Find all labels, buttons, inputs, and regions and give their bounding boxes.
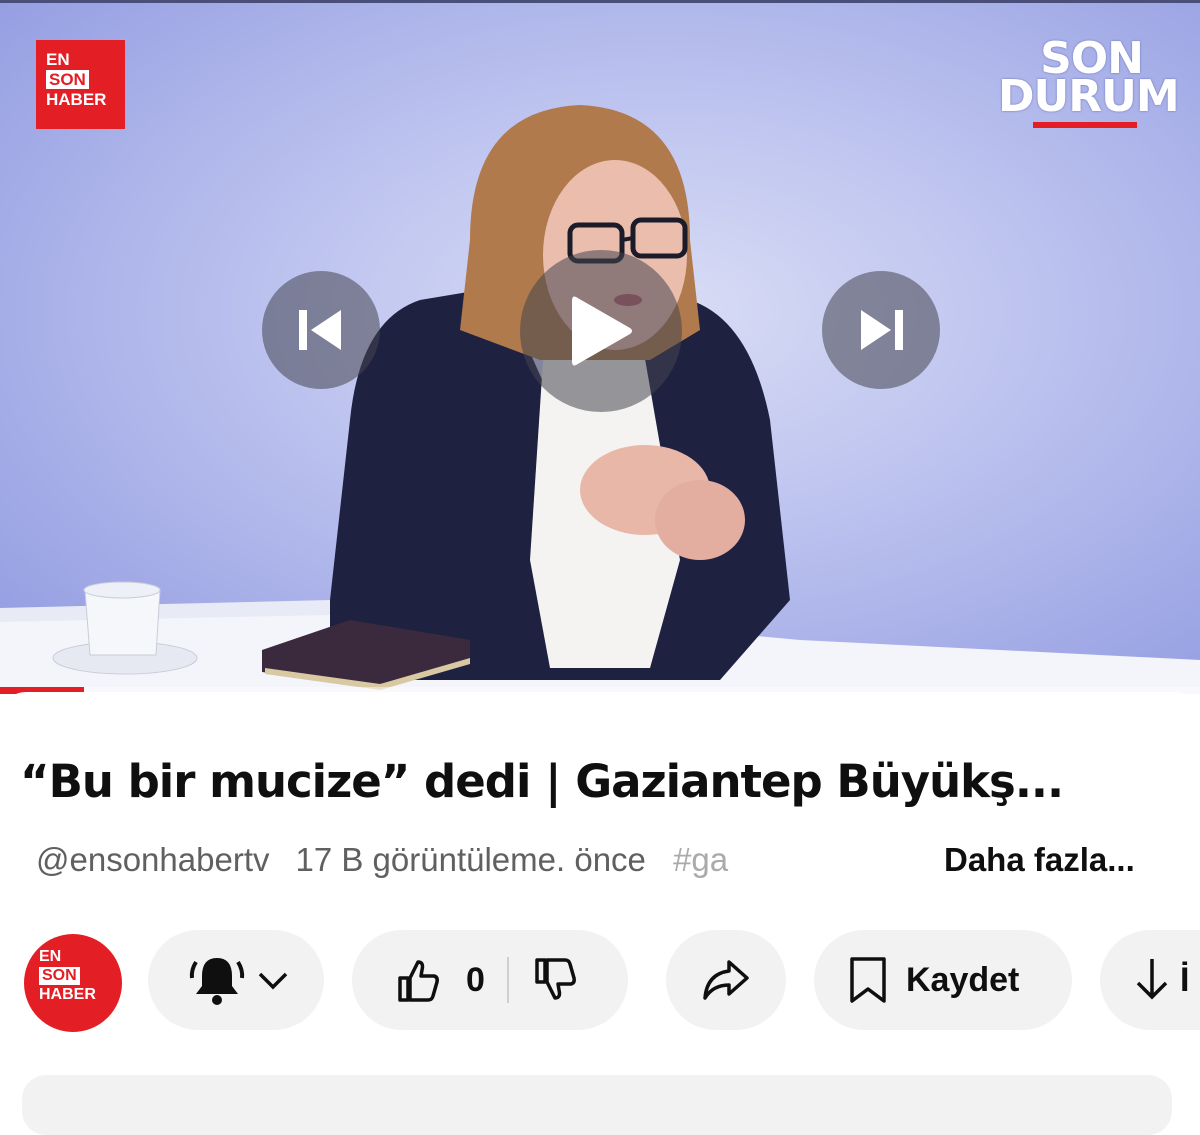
- download-button[interactable]: İ: [1100, 930, 1200, 1030]
- channel-avatar[interactable]: EN SON HABER: [24, 934, 122, 1032]
- avatar-line2: SON: [39, 967, 80, 985]
- skip-previous-icon: [299, 310, 341, 350]
- meta-separator: .: [556, 841, 566, 878]
- play-icon: [572, 296, 632, 366]
- video-title[interactable]: “Bu bir mucize” dedi | Gaziantep Büyükş.…: [20, 752, 1190, 812]
- thumbs-down-icon[interactable]: [531, 956, 579, 1004]
- chevron-down-icon: [258, 972, 288, 990]
- thumbs-up-icon: [398, 960, 439, 1002]
- video-meta[interactable]: @ensonhabertv 17 B görüntüleme. önce #ga …: [36, 838, 1135, 882]
- bookmark-icon: [850, 957, 886, 1003]
- channel-handle[interactable]: @ensonhabertv: [36, 841, 269, 878]
- upload-time: önce: [574, 841, 646, 878]
- show-logo-underline: [1033, 122, 1137, 128]
- like-button[interactable]: 0: [394, 956, 485, 1004]
- more-button[interactable]: Daha fazla...: [944, 838, 1135, 882]
- like-count: 0: [466, 960, 485, 999]
- avatar-line1: EN: [39, 948, 62, 965]
- download-label: İ: [1180, 960, 1190, 999]
- brand-logo: EN SON HABER: [36, 40, 125, 129]
- share-icon: [703, 960, 749, 1000]
- next-button[interactable]: [822, 271, 940, 389]
- notification-button[interactable]: [148, 930, 324, 1030]
- show-logo: SON DURUM: [998, 37, 1180, 128]
- video-player[interactable]: EN SON HABER SON DURUM: [0, 0, 1200, 694]
- skip-next-icon: [861, 310, 903, 350]
- bell-icon: [189, 958, 245, 1005]
- like-dislike-group: 0: [352, 930, 628, 1030]
- previous-button[interactable]: [262, 271, 380, 389]
- avatar-line3: HABER: [39, 986, 96, 1003]
- like-divider: [506, 957, 509, 1003]
- share-button[interactable]: [666, 930, 786, 1030]
- view-count: 17 B görüntüleme: [295, 841, 556, 878]
- download-icon: [1136, 959, 1168, 1000]
- save-label: Kaydet: [906, 960, 1020, 999]
- play-button[interactable]: [520, 250, 682, 412]
- save-button[interactable]: Kaydet: [814, 930, 1072, 1030]
- hashtag[interactable]: #ga: [673, 841, 728, 878]
- comments-card[interactable]: [22, 1075, 1172, 1135]
- show-logo-line2: DURUM: [998, 71, 1180, 122]
